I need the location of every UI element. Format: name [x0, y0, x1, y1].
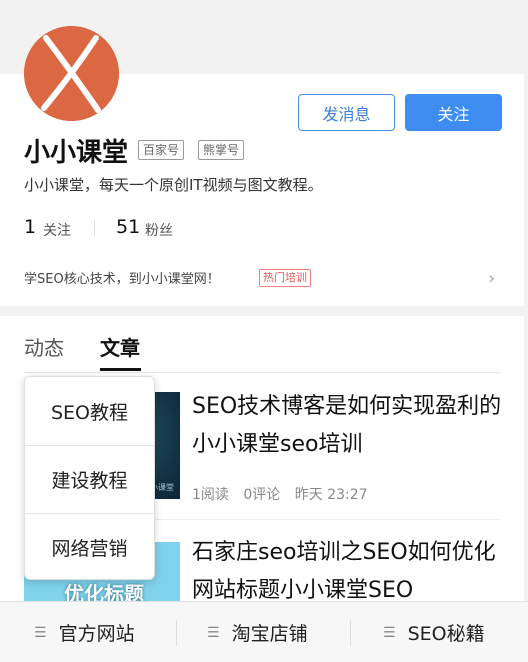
menu-lines-icon: ☰	[383, 624, 396, 641]
bottom-nav-seo-secrets[interactable]: ☰ SEO秘籍	[383, 602, 485, 662]
bottom-nav-label: 官方网站	[58, 623, 135, 645]
bottom-nav-label: SEO秘籍	[407, 623, 485, 645]
fans-count[interactable]: 51	[116, 216, 140, 238]
xiongzhanghao-badge: 熊掌号	[198, 140, 245, 160]
follow-count[interactable]: 1	[24, 216, 36, 238]
profile-description: 小小课堂，每天一个原创IT视频与图文教程。	[24, 176, 323, 194]
x-logo-icon	[24, 26, 119, 121]
bottom-nav: ☰ 官方网站 ☰ 淘宝店铺 ☰ SEO秘籍	[0, 601, 528, 662]
article-title[interactable]: 石家庄seo培训之SEO如何优化网站标题小小课堂SEO	[192, 534, 502, 606]
bottom-nav-official-site[interactable]: ☰ 官方网站	[34, 602, 135, 662]
tabs-divider	[24, 372, 500, 373]
stat-divider	[94, 220, 95, 236]
chevron-right-icon[interactable]: ›	[488, 268, 495, 289]
comment-count: 0评论	[243, 487, 281, 503]
hot-training-tag: 热门培训	[259, 269, 311, 287]
menu-item-seo-tutorial[interactable]: SEO教程	[25, 377, 154, 445]
menu-item-site-building[interactable]: 建设教程	[25, 445, 154, 513]
article-title[interactable]: SEO技术博客是如何实现盈利的小小课堂seo培训	[192, 388, 502, 464]
category-dropdown-menu: SEO教程 建设教程 网络营销	[24, 376, 155, 580]
send-message-button[interactable]: 发消息	[298, 94, 395, 131]
follow-label[interactable]: 关注	[43, 220, 71, 240]
profile-card: 发消息 关注 小小课堂 百家号 熊掌号 小小课堂，每天一个原创IT视频与图文教程…	[0, 26, 524, 306]
follow-button[interactable]: 关注	[405, 94, 502, 131]
active-tab-indicator	[100, 368, 141, 371]
menu-lines-icon: ☰	[207, 624, 220, 641]
baijiahao-badge: 百家号	[138, 140, 185, 160]
promo-link[interactable]: 学SEO核心技术，到小小课堂网！	[24, 268, 220, 287]
menu-item-net-marketing[interactable]: 网络营销	[25, 513, 154, 581]
fans-label[interactable]: 粉丝	[145, 220, 173, 240]
publish-time: 昨天 23:27	[294, 487, 368, 503]
bottom-nav-divider	[350, 620, 351, 646]
read-count: 1阅读	[192, 487, 229, 503]
tab-articles[interactable]: 文章	[100, 332, 140, 361]
tab-dynamic[interactable]: 动态	[24, 332, 64, 361]
profile-name: 小小课堂	[24, 138, 129, 168]
avatar[interactable]	[24, 26, 119, 121]
bottom-nav-taobao-shop[interactable]: ☰ 淘宝店铺	[207, 602, 308, 662]
article-meta: 1阅读 0评论 昨天 23:27	[192, 484, 378, 504]
menu-lines-icon: ☰	[34, 624, 47, 641]
bottom-nav-label: 淘宝店铺	[231, 623, 308, 645]
bottom-nav-divider	[176, 620, 177, 646]
